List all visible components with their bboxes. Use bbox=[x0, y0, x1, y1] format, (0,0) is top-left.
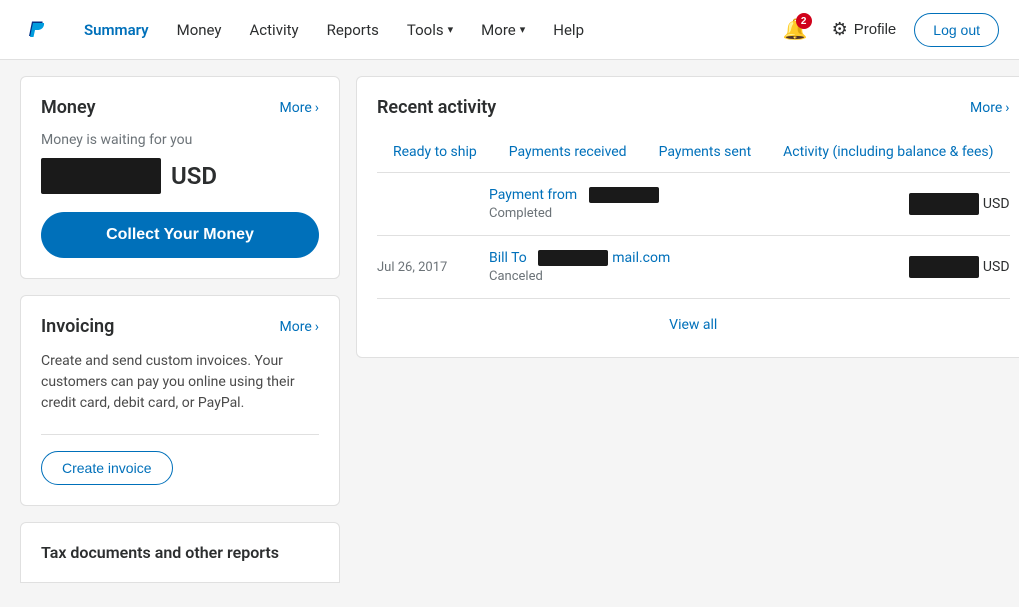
row1-title-link[interactable]: Payment from bbox=[489, 187, 897, 203]
left-panel: Money More › Money is waiting for you US… bbox=[20, 76, 340, 583]
row1-amount: USD bbox=[909, 193, 1010, 215]
tax-card: Tax documents and other reports bbox=[20, 522, 340, 583]
logout-button[interactable]: Log out bbox=[914, 13, 999, 47]
row1-amount-redacted bbox=[909, 193, 979, 215]
profile-button[interactable]: ⚙ Profile bbox=[826, 13, 903, 46]
invoicing-more-link[interactable]: More › bbox=[280, 319, 319, 335]
view-all-row: View all bbox=[377, 299, 1010, 337]
invoicing-divider bbox=[41, 434, 319, 435]
money-amount-redacted bbox=[41, 158, 161, 194]
paypal-logo[interactable] bbox=[20, 12, 52, 48]
row2-date: Jul 26, 2017 bbox=[377, 260, 447, 275]
money-card-header: Money More › bbox=[41, 97, 319, 118]
invoicing-card: Invoicing More › Create and send custom … bbox=[20, 295, 340, 506]
money-amount-row: USD bbox=[41, 158, 319, 194]
nav-reports[interactable]: Reports bbox=[315, 13, 391, 47]
notification-badge: 2 bbox=[796, 13, 812, 29]
row1-details: Payment from Completed bbox=[489, 187, 897, 221]
tab-activity-balance[interactable]: Activity (including balance & fees) bbox=[767, 134, 1009, 172]
money-card-title: Money bbox=[41, 97, 96, 118]
header: Summary Money Activity Reports Tools ▾ M… bbox=[0, 0, 1019, 60]
nav-activity[interactable]: Activity bbox=[238, 13, 311, 47]
money-waiting-label: Money is waiting for you bbox=[41, 132, 319, 148]
row2-email-suffix: mail.com bbox=[612, 250, 670, 266]
tax-card-title: Tax documents and other reports bbox=[41, 543, 279, 562]
invoicing-more-chevron-icon: › bbox=[315, 319, 319, 335]
more-chevron-icon: ▾ bbox=[520, 23, 526, 36]
row2-title-link[interactable]: Bill To mail.com bbox=[489, 250, 897, 266]
activity-header: Recent activity More › bbox=[377, 97, 1010, 118]
row2-currency: USD bbox=[983, 259, 1010, 275]
main-content: Money More › Money is waiting for you US… bbox=[0, 60, 1019, 599]
tab-ready-to-ship[interactable]: Ready to ship bbox=[377, 134, 493, 172]
money-card: Money More › Money is waiting for you US… bbox=[20, 76, 340, 279]
nav-more[interactable]: More ▾ bbox=[469, 13, 537, 47]
activity-title: Recent activity bbox=[377, 97, 496, 118]
money-currency: USD bbox=[171, 162, 217, 190]
activity-tabs: Ready to ship Payments received Payments… bbox=[377, 134, 1010, 173]
row2-date-area: Jul 26, 2017 bbox=[377, 259, 477, 275]
right-panel: Recent activity More › Ready to ship Pay… bbox=[356, 76, 1019, 583]
notifications-button[interactable]: 🔔 2 bbox=[777, 11, 814, 48]
row1-currency: USD bbox=[983, 196, 1010, 212]
collect-money-button[interactable]: Collect Your Money bbox=[41, 212, 319, 258]
row1-name-redacted bbox=[589, 187, 659, 203]
invoicing-card-header: Invoicing More › bbox=[41, 316, 319, 337]
nav-summary[interactable]: Summary bbox=[72, 13, 161, 47]
table-row: Payment from Completed USD bbox=[377, 173, 1010, 236]
row2-amount-redacted bbox=[909, 256, 979, 278]
activity-card: Recent activity More › Ready to ship Pay… bbox=[356, 76, 1019, 358]
money-more-chevron-icon: › bbox=[315, 100, 319, 116]
tools-chevron-icon: ▾ bbox=[448, 23, 454, 36]
row2-status: Canceled bbox=[489, 269, 897, 284]
row2-bill-to-label: Bill To bbox=[489, 250, 527, 266]
tab-payments-sent[interactable]: Payments sent bbox=[643, 134, 768, 172]
row2-amount: USD bbox=[909, 256, 1010, 278]
table-row: Jul 26, 2017 Bill To mail.com Canceled U… bbox=[377, 236, 1010, 299]
profile-label: Profile bbox=[854, 21, 897, 38]
activity-more-link[interactable]: More › bbox=[970, 100, 1009, 116]
create-invoice-button[interactable]: Create invoice bbox=[41, 451, 173, 485]
tab-payments-received[interactable]: Payments received bbox=[493, 134, 643, 172]
row1-payment-from-label: Payment from bbox=[489, 187, 577, 203]
invoicing-card-title: Invoicing bbox=[41, 316, 114, 337]
gear-icon: ⚙ bbox=[832, 19, 848, 40]
nav-help[interactable]: Help bbox=[541, 13, 596, 47]
row1-status: Completed bbox=[489, 206, 897, 221]
view-all-link[interactable]: View all bbox=[669, 317, 717, 333]
header-right: 🔔 2 ⚙ Profile Log out bbox=[777, 11, 999, 48]
money-more-link[interactable]: More › bbox=[280, 100, 319, 116]
nav-money[interactable]: Money bbox=[165, 13, 234, 47]
row2-details: Bill To mail.com Canceled bbox=[489, 250, 897, 284]
invoicing-description: Create and send custom invoices. Your cu… bbox=[41, 351, 319, 414]
nav-tools[interactable]: Tools ▾ bbox=[395, 13, 465, 47]
main-nav: Summary Money Activity Reports Tools ▾ M… bbox=[72, 13, 777, 47]
activity-more-chevron-icon: › bbox=[1005, 100, 1009, 116]
row2-name-redacted bbox=[538, 250, 608, 266]
